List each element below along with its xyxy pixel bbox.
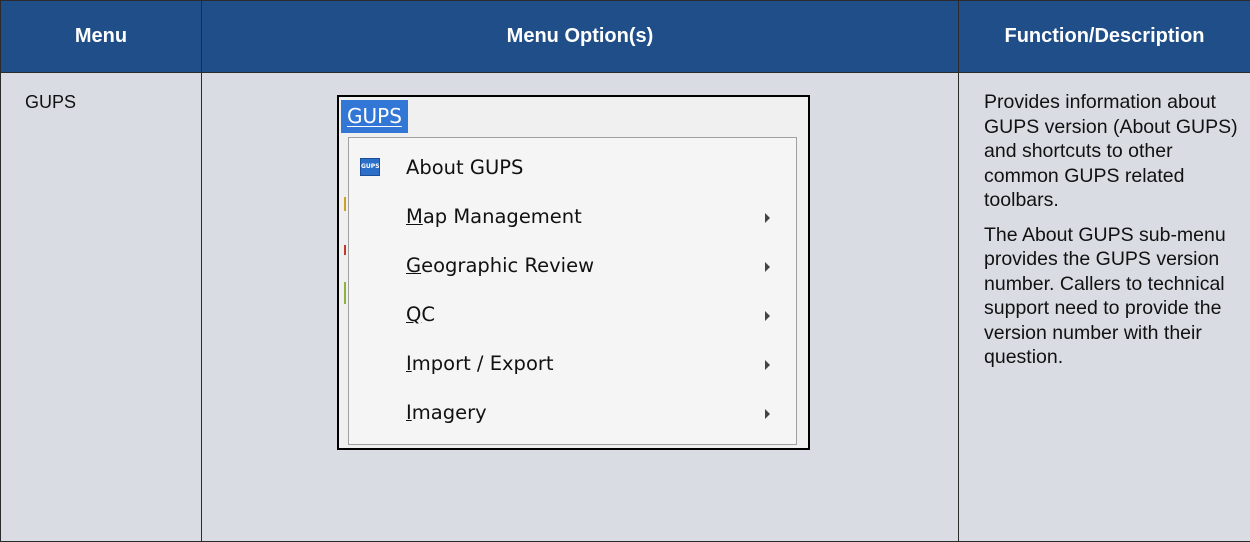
description-cell: Provides information about GUPS version …	[958, 72, 1250, 542]
menu-item-label: QC	[406, 303, 435, 326]
menu-item-imagery[interactable]: Imagery	[349, 390, 796, 436]
submenu-arrow-icon	[765, 213, 770, 223]
submenu-arrow-icon	[765, 409, 770, 419]
menu-item-label: Map Management	[406, 205, 582, 228]
submenu-arrow-icon	[765, 262, 770, 272]
menu-item-about-gups[interactable]: GUPS About GUPS	[349, 145, 796, 191]
menubar-gups[interactable]: GUPS	[341, 100, 408, 133]
menu-name-cell: GUPS	[0, 72, 202, 542]
background-artifact	[344, 282, 346, 304]
menu-item-label: Geographic Review	[406, 254, 595, 277]
header-menu: Menu	[0, 0, 202, 73]
submenu-arrow-icon	[765, 311, 770, 321]
menu-item-import-export[interactable]: Import / Export	[349, 341, 796, 387]
description-paragraph: The About GUPS sub-menu provides the GUP…	[984, 223, 1226, 369]
menubar: GUPS	[339, 97, 808, 137]
gups-menu-screenshot: GUPS GUPS About GUPS Map Management Geog…	[337, 95, 810, 450]
description-paragraph: Provides information about GUPS version …	[984, 91, 1238, 211]
table-row: GUPS GUPS GUPS About GUPS Map Management…	[0, 72, 1250, 542]
table-header-row: Menu Menu Option(s) Function/Description	[0, 0, 1250, 73]
header-menu-options: Menu Option(s)	[201, 0, 959, 73]
submenu-arrow-icon	[765, 360, 770, 370]
background-artifact	[344, 197, 346, 211]
header-function-description: Function/Description	[958, 0, 1250, 73]
menu-item-label: Imagery	[406, 401, 487, 424]
menu-reference-table: Menu Menu Option(s) Function/Description…	[0, 0, 1250, 542]
menu-options-cell: GUPS GUPS About GUPS Map Management Geog…	[201, 72, 959, 542]
gups-dropdown-menu: GUPS About GUPS Map Management Geographi…	[348, 137, 797, 445]
menu-item-map-management[interactable]: Map Management	[349, 194, 796, 240]
menu-item-label: Import / Export	[406, 352, 554, 375]
gups-logo-icon: GUPS	[360, 158, 380, 176]
menu-item-label: About GUPS	[406, 156, 524, 179]
background-artifact	[344, 245, 346, 255]
menu-item-qc[interactable]: QC	[349, 292, 796, 338]
menu-item-geographic-review[interactable]: Geographic Review	[349, 243, 796, 289]
